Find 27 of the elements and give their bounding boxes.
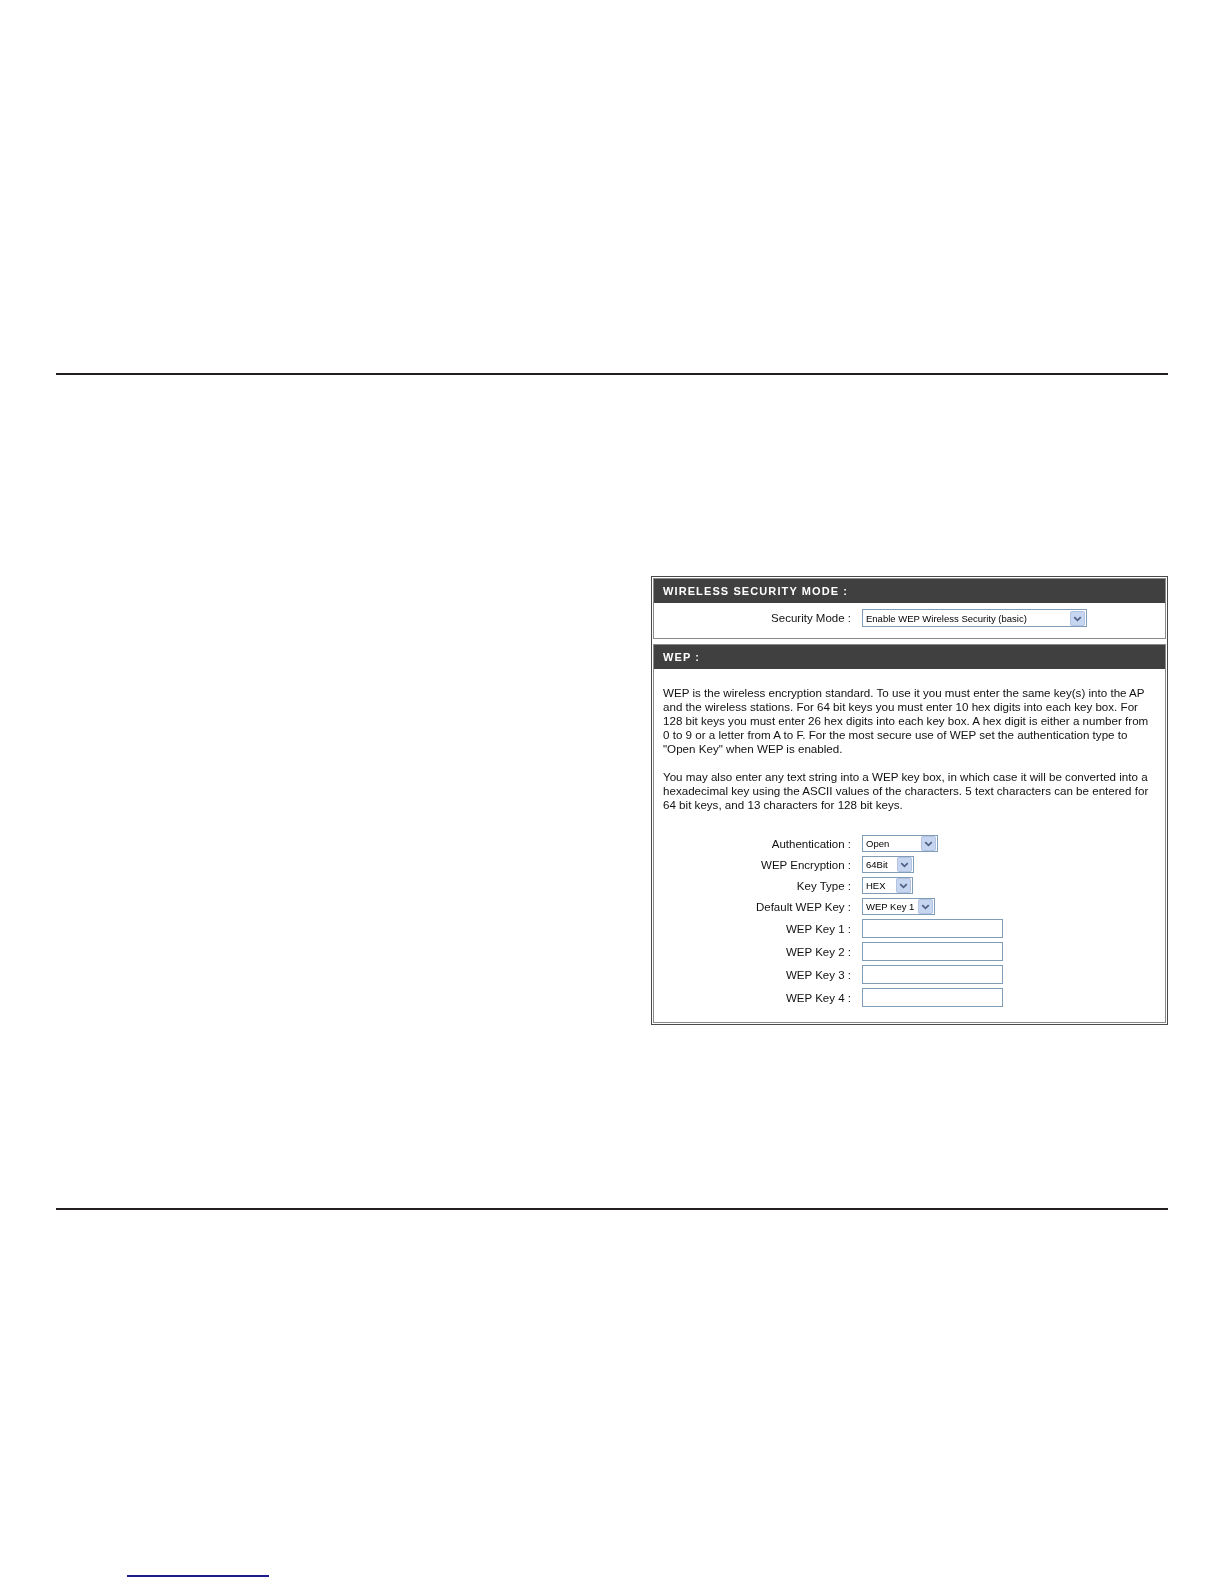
section-header: WEP : <box>654 645 1165 669</box>
field-label: WEP Key 1 : <box>786 922 851 935</box>
dropdown-select[interactable]: 64Bit <box>862 856 914 873</box>
field-label: Security Mode : <box>771 612 851 624</box>
field-label: WEP Encryption : <box>761 858 851 871</box>
field-label: Key Type : <box>796 879 851 892</box>
field-label: WEP Key 2 : <box>786 945 851 958</box>
dropdown-select[interactable]: WEP Key 1 <box>862 898 935 915</box>
description-text: You may also enter any text string into a WEP key box, in which case it will be converted into a hexadecimal key using the ASCII values of the characters. 5 text characters can be entered for 64 bit keys, and 13 characters for 128 bit keys. <box>663 770 1150 812</box>
field-label: WEP Key 4 : <box>786 991 851 1004</box>
dropdown-select[interactable]: Enable WEP Wireless Security (basic) <box>862 609 1087 627</box>
field-label: Default WEP Key : <box>755 900 851 913</box>
text-input[interactable] <box>862 988 1003 1007</box>
chevron-down-icon <box>918 899 933 914</box>
description-text: WEP is the wireless encryption standard. To use it you must enter the same key(s) into the AP and the wireless stations. For 64 bit keys you must enter 10 hex digits into each key box. For 128 bit keys you must enter 26 hex digits into each key box. A hex digit is either a number from 0 to 9 or a letter from A to F. For the most secure use of WEP set the authentication type to "Open Key" when WEP is enabled. <box>663 686 1150 756</box>
dropdown-select[interactable]: Open <box>862 835 938 852</box>
chevron-down-icon <box>921 836 936 851</box>
field-label: Authentication : <box>771 837 851 850</box>
text-input[interactable] <box>862 965 1003 984</box>
chevron-down-icon <box>897 857 912 872</box>
chevron-down-icon <box>896 878 911 893</box>
text-input[interactable] <box>862 942 1003 961</box>
text-input[interactable] <box>862 919 1003 938</box>
section-header: WIRELESS SECURITY MODE : <box>654 579 1165 603</box>
dropdown-select[interactable]: HEX <box>862 877 913 894</box>
field-label: WEP Key 3 : <box>786 968 851 981</box>
chevron-down-icon <box>1070 610 1085 626</box>
